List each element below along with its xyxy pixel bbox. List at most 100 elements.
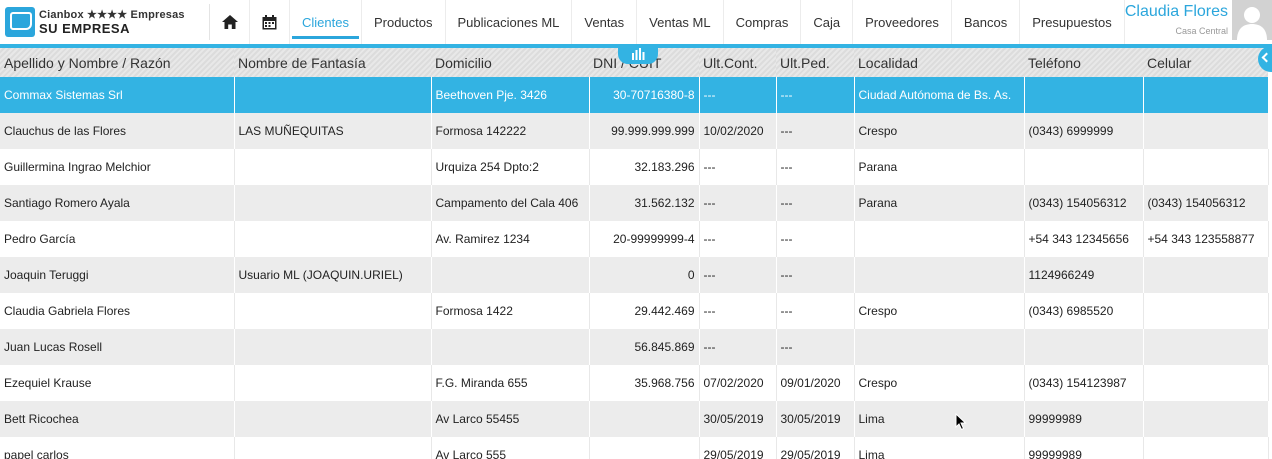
cell-telefono: +54 343 12345656 [1024,221,1144,257]
column-header-ult-cont[interactable]: Ult.Cont. [699,48,776,77]
cell-ult-cont: 07/02/2020 [699,365,777,401]
cell-fantasia: LAS MUÑEQUITAS [234,113,432,149]
table-row[interactable]: Ezequiel Krause F.G. Miranda 655 35.968.75… [0,365,1269,401]
cell-celular [1143,257,1269,293]
cell-ult-cont: --- [699,329,777,365]
nav-clientes[interactable]: Clientes [290,0,362,44]
app-logo[interactable]: Cianbox ★★★★ Empresas SU EMPRESA [5,4,208,40]
cell-ult-ped: --- [776,293,855,329]
nav-ventas[interactable]: Ventas [572,0,638,44]
cell-ult-ped: --- [776,77,855,113]
cell-ult-cont: --- [699,293,777,329]
column-header-localidad[interactable]: Localidad [854,48,1024,77]
cell-celular [1143,401,1269,437]
column-header-celular[interactable]: Celular [1143,48,1268,77]
cell-localidad: Crespo [854,365,1025,401]
cell-domicilio: Av. Ramirez 1234 [431,221,590,257]
cell-localidad: Crespo [854,113,1025,149]
cell-dni-cuit: 29.442.469 [589,293,700,329]
table-row[interactable]: Commax Sistemas Srl Beethoven Pje. 3426 30… [0,77,1269,113]
nav-presupuestos[interactable]: Presupuestos [1020,0,1125,44]
column-header-telefono[interactable]: Teléfono [1024,48,1143,77]
cell-telefono: 1124966249 [1024,257,1144,293]
user-info[interactable]: Claudia Flores Casa Central [1125,2,1228,36]
stats-toggle-button[interactable] [618,44,658,64]
cell-localidad: Lima [854,401,1025,437]
nav-compras[interactable]: Compras [724,0,802,44]
cell-celular: +54 343 123558877 [1143,221,1269,257]
nav-productos[interactable]: Productos [362,0,446,44]
column-header-ult-ped[interactable]: Ult.Ped. [776,48,854,77]
nav-proveedores[interactable]: Proveedores [853,0,952,44]
nav-caja[interactable]: Caja [801,0,854,44]
user-name: Claudia Flores [1124,3,1228,20]
cell-fantasia [234,77,432,113]
table-row[interactable]: Pedro García Av. Ramirez 1234 20-99999999-… [0,221,1269,257]
cell-domicilio: Av Larco 555 [431,437,590,459]
column-header-nombre[interactable]: Apellido y Nombre / Razón [0,48,234,77]
cell-dni-cuit: 30-70716380-8 [589,77,700,113]
logo-text: Cianbox ★★★★ Empresas SU EMPRESA [39,9,185,35]
cell-ult-ped: 30/05/2019 [776,401,855,437]
cell-telefono [1024,329,1144,365]
cell-domicilio: Formosa 142222 [431,113,590,149]
cell-nombre: Bett Ricochea [0,401,235,437]
cell-telefono [1024,149,1144,185]
table-row[interactable]: papel carlos Av Larco 555 29/05/2019 29/05/… [0,437,1269,459]
table-row[interactable]: Clauchus de las Flores LAS MUÑEQUITAS Form… [0,113,1269,149]
cell-domicilio: F.G. Miranda 655 [431,365,590,401]
table-row[interactable]: Joaquin Teruggi Usuario ML (JOAQUIN.URIEL… [0,257,1269,293]
cell-domicilio: Beethoven Pje. 3426 [431,77,590,113]
cell-ult-cont: --- [699,221,777,257]
column-header-fantasia[interactable]: Nombre de Fantasía [234,48,431,77]
cell-ult-ped: --- [776,221,855,257]
user-branch: Casa Central [1175,26,1228,36]
nav-bancos[interactable]: Bancos [952,0,1021,44]
mouse-cursor-icon [955,413,967,431]
cell-localidad [854,329,1025,365]
bar-chart-icon [632,48,645,60]
cell-ult-cont: --- [699,149,777,185]
cell-localidad: Parana [854,185,1025,221]
table-row[interactable]: Guillermina Ingrao Melchior Urquiza 254 D… [0,149,1269,185]
user-avatar-icon [1232,0,1272,40]
table-row[interactable]: Claudia Gabriela Flores Formosa 1422 29.44… [0,293,1269,329]
cell-ult-ped: 09/01/2020 [776,365,855,401]
table-row[interactable]: Santiago Romero Ayala Campamento del Cala… [0,185,1269,221]
cell-nombre: Juan Lucas Rosell [0,329,235,365]
cell-dni-cuit: 20-99999999-4 [589,221,700,257]
main-nav: Clientes Productos Publicaciones ML Vent… [210,0,1125,44]
cell-celular [1143,149,1269,185]
nav-calendar[interactable] [250,0,290,44]
cell-celular [1143,113,1269,149]
nav-ventas-ml[interactable]: Ventas ML [637,0,724,44]
avatar[interactable] [1232,0,1272,40]
cell-fantasia [234,293,432,329]
nav-home[interactable] [210,0,250,44]
cell-localidad [854,221,1025,257]
cell-ult-ped: --- [776,257,855,293]
cell-localidad: Ciudad Autónoma de Bs. As. [854,77,1025,113]
calendar-icon [262,14,277,29]
cell-dni-cuit: 56.845.869 [589,329,700,365]
column-header-domicilio[interactable]: Domicilio [431,48,589,77]
cell-dni-cuit [589,401,700,437]
cell-localidad: Crespo [854,293,1025,329]
cell-ult-ped: --- [776,329,855,365]
cell-ult-ped: --- [776,113,855,149]
cell-fantasia: Usuario ML (JOAQUIN.URIEL) [234,257,432,293]
nav-publicaciones-ml[interactable]: Publicaciones ML [446,0,573,44]
cell-domicilio: Formosa 1422 [431,293,590,329]
top-bar: Cianbox ★★★★ Empresas SU EMPRESA Cliente… [0,0,1272,44]
cell-nombre: Clauchus de las Flores [0,113,235,149]
cell-celular [1143,293,1269,329]
cell-telefono: (0343) 6985520 [1024,293,1144,329]
cell-dni-cuit: 0 [589,257,700,293]
table-row[interactable]: Juan Lucas Rosell 56.845.869 --- --- [0,329,1269,365]
cell-nombre: Claudia Gabriela Flores [0,293,235,329]
cell-fantasia [234,365,432,401]
cell-ult-cont: --- [699,257,777,293]
clients-table-container[interactable]: Apellido y Nombre / Razón Nombre de Fant… [0,48,1272,459]
cell-nombre: Joaquin Teruggi [0,257,235,293]
table-row[interactable]: Bett Ricochea Av Larco 55455 30/05/2019 30/… [0,401,1269,437]
